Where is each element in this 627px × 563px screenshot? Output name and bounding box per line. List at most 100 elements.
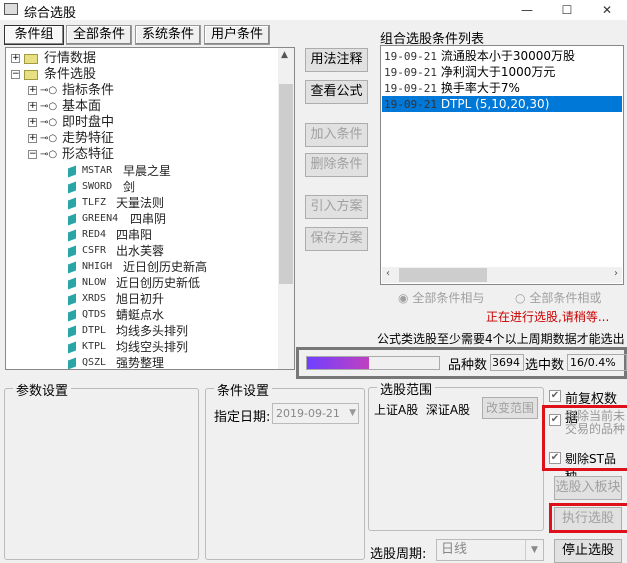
- tree-item[interactable]: NHIGH 近日创历史新高: [6, 259, 276, 275]
- condition-list-item[interactable]: 19-09-21 净利润大于1000万元: [382, 64, 622, 80]
- formula-code: NLOW: [82, 277, 107, 288]
- tree-category[interactable]: + ⊸○ 指标条件: [6, 83, 276, 99]
- expand-icon[interactable]: +: [28, 134, 37, 143]
- period-select[interactable]: 日线 ▼: [436, 539, 544, 561]
- tab-condition-group[interactable]: 条件组: [4, 25, 64, 45]
- radio-and-label: 全部条件相与: [412, 291, 485, 305]
- radio-or[interactable]: ○ 全部条件相或: [515, 289, 601, 306]
- selected-value: 16/0.4%: [567, 354, 627, 371]
- scroll-left-icon[interactable]: ‹: [386, 268, 390, 279]
- date-value: 2019-09-21: [276, 407, 340, 420]
- close-button[interactable]: ✕: [587, 0, 627, 20]
- formula-code: QSZL: [82, 357, 107, 368]
- condition-text: DTPL (5,10,20,30): [440, 97, 550, 111]
- condition-list[interactable]: ‹ › 19-09-21 流通股本小于30000万股 19-09-21 净利润大于…: [380, 45, 624, 285]
- tree-category-label: 形态特征: [62, 147, 115, 162]
- tree-item[interactable]: XRDS 旭日初升: [6, 291, 276, 307]
- save-scheme-button[interactable]: 保存方案: [305, 227, 368, 251]
- formula-name: 四串阴: [130, 212, 167, 226]
- to-block-button[interactable]: 选股入板块: [554, 476, 622, 500]
- expand-icon[interactable]: +: [28, 118, 37, 127]
- tab-user-conditions[interactable]: 用户条件: [204, 25, 270, 45]
- formula-code: MSTAR: [82, 165, 113, 176]
- scroll-thumb[interactable]: [279, 84, 293, 284]
- formula-code: TLFZ: [82, 197, 107, 208]
- tree-category[interactable]: + ⊸○ 即时盘中: [6, 115, 276, 131]
- dropdown-arrow-icon[interactable]: ▼: [349, 404, 356, 423]
- tree-category[interactable]: + ⊸○ 基本面: [6, 99, 276, 115]
- tree-item[interactable]: QTDS 蜻蜓点水: [6, 307, 276, 323]
- formula-gem-icon: [68, 165, 76, 178]
- tab-all-conditions[interactable]: 全部条件: [66, 25, 132, 45]
- condition-tree[interactable]: ▲ + 行情数据 − 条件选股 + ⊸○ 指标条件 + ⊸○ 基本面 + ⊸○ …: [5, 47, 295, 370]
- formula-code: SWORD: [82, 181, 113, 192]
- checkbox-forward-adjust[interactable]: ✔: [549, 390, 561, 402]
- tree-item[interactable]: QSZL 强势整理: [6, 355, 276, 369]
- usage-button[interactable]: 用法注释: [305, 48, 368, 72]
- scope-title: 选股范围: [377, 379, 436, 398]
- formula-name: 早晨之星: [123, 164, 172, 178]
- condition-date: 19-09-21: [384, 82, 437, 95]
- collapse-icon[interactable]: −: [11, 70, 20, 79]
- tree-category[interactable]: + ⊸○ 走势特征: [6, 131, 276, 147]
- import-scheme-button[interactable]: 引入方案: [305, 195, 368, 219]
- tree-item[interactable]: GREEN4 四串阴: [6, 211, 276, 227]
- tree-item[interactable]: KTPL 均线空头排列: [6, 339, 276, 355]
- tree-folder[interactable]: − 条件选股: [6, 67, 276, 83]
- tree-folder-label: 条件选股: [44, 67, 97, 82]
- formula-gem-icon: [68, 341, 76, 354]
- scroll-right-icon[interactable]: ›: [614, 268, 618, 279]
- tree-item[interactable]: MSTAR 早晨之星: [6, 163, 276, 179]
- expand-icon[interactable]: +: [28, 102, 37, 111]
- condition-list-item[interactable]: 19-09-21 换手率大于7%: [382, 80, 622, 96]
- tree-category-label: 走势特征: [62, 131, 115, 146]
- radio-unchecked-icon: ○: [515, 291, 526, 305]
- hscroll-thumb[interactable]: [399, 268, 487, 282]
- add-condition-button[interactable]: 加入条件: [305, 123, 368, 147]
- condition-key-icon: ⊸○: [40, 149, 58, 160]
- title-bar: 综合选股 — ☐ ✕: [0, 0, 627, 21]
- expand-icon[interactable]: +: [28, 86, 37, 95]
- view-formula-button[interactable]: 查看公式: [305, 80, 368, 104]
- tree-folder[interactable]: + 行情数据: [6, 51, 276, 67]
- formula-gem-icon: [68, 181, 76, 194]
- tree-category-label: 基本面: [62, 99, 102, 114]
- formula-name: 天量法则: [116, 196, 165, 210]
- tree-item[interactable]: CSFR 出水芙蓉: [6, 243, 276, 259]
- condition-list-item[interactable]: 19-09-21 流通股本小于30000万股: [382, 48, 622, 64]
- tab-system-conditions[interactable]: 系统条件: [135, 25, 201, 45]
- condition-text: 流通股本小于30000万股: [440, 49, 575, 63]
- tree-item[interactable]: DTPL 均线多头排列: [6, 323, 276, 339]
- formula-gem-icon: [68, 277, 76, 290]
- tree-item[interactable]: RED4 四串阳: [6, 227, 276, 243]
- scroll-up-icon[interactable]: ▲: [281, 50, 288, 60]
- condition-key-icon: ⊸○: [40, 85, 58, 96]
- radio-and[interactable]: ◉ 全部条件相与: [398, 289, 484, 306]
- condition-date: 19-09-21: [384, 98, 437, 111]
- list-hscrollbar[interactable]: ‹ ›: [382, 267, 622, 283]
- tree-item[interactable]: TLFZ 天量法则: [6, 195, 276, 211]
- tree-category[interactable]: − ⊸○ 形态特征: [6, 147, 276, 163]
- delete-condition-button[interactable]: 删除条件: [305, 153, 368, 177]
- tree-scrollbar[interactable]: ▲: [278, 48, 294, 369]
- tree-item[interactable]: SWORD 剑: [6, 179, 276, 195]
- folder-icon: [24, 54, 38, 64]
- highlight-box: [542, 405, 627, 471]
- formula-name: 均线空头排列: [116, 340, 189, 354]
- notice-text: 公式类选股至少需要4个以上周期数据才能选出: [377, 332, 625, 346]
- scope-markets: 上证A股 深证A股: [374, 403, 471, 417]
- condition-list-item[interactable]: 19-09-21 DTPL (5,10,20,30): [382, 96, 622, 112]
- collapse-icon[interactable]: −: [28, 150, 37, 159]
- formula-gem-icon: [68, 357, 76, 369]
- expand-icon[interactable]: +: [11, 54, 20, 63]
- date-picker[interactable]: 2019-09-21 ▼: [272, 403, 359, 424]
- tree-item[interactable]: NLOW 近日创历史新低: [6, 275, 276, 291]
- folder-icon: [24, 70, 38, 80]
- change-scope-button[interactable]: 改变范围: [482, 397, 538, 419]
- tree-category-label: 指标条件: [62, 83, 115, 98]
- dropdown-arrow-icon[interactable]: ▼: [525, 540, 543, 560]
- stop-button[interactable]: 停止选股: [554, 539, 622, 563]
- formula-code: NHIGH: [82, 261, 113, 272]
- maximize-button[interactable]: ☐: [547, 0, 587, 20]
- minimize-button[interactable]: —: [507, 0, 547, 20]
